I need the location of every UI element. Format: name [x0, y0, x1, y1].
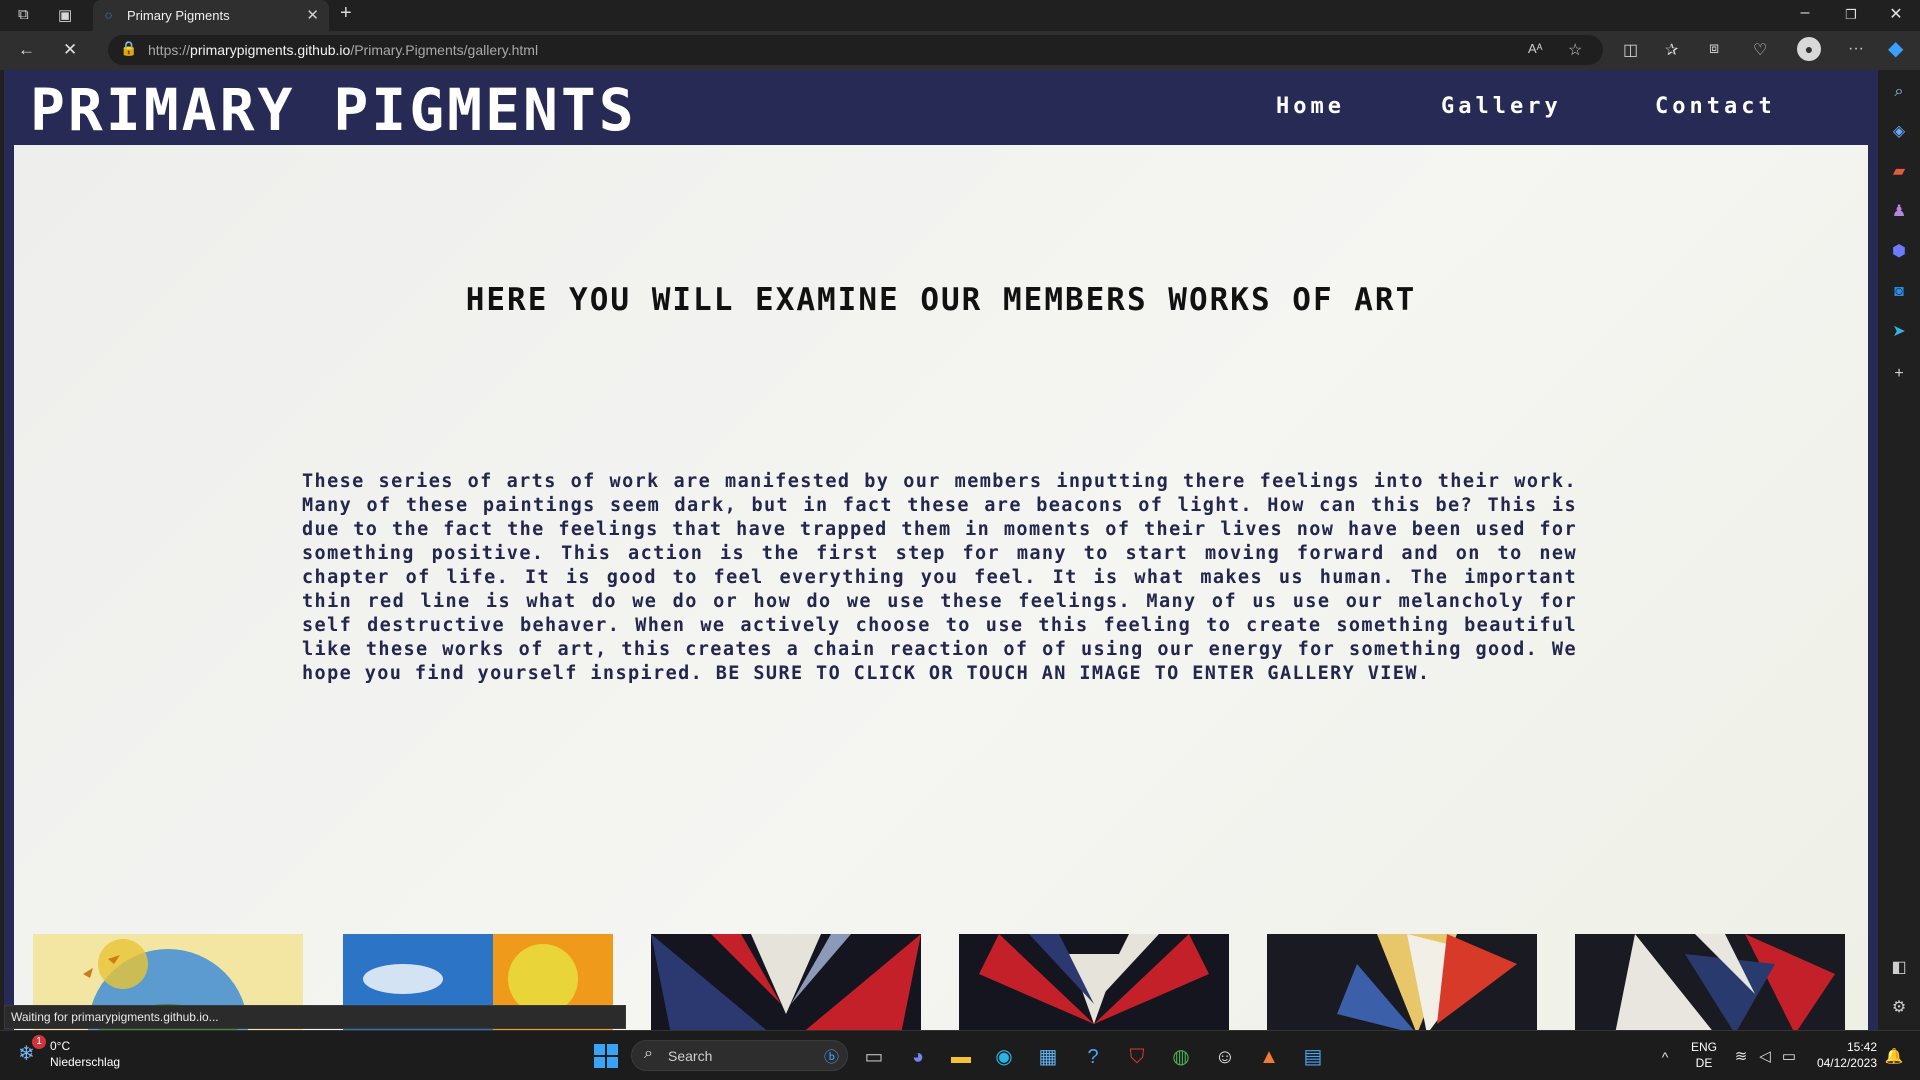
stop-loading-icon[interactable]: ✕: [63, 40, 77, 60]
profile-avatar[interactable]: ●: [1797, 37, 1821, 61]
clock-date: 04/12/2023: [1816, 1056, 1877, 1070]
teams-chat-icon[interactable]: ◕: [904, 1043, 932, 1071]
search-magnifier-icon: ⌕: [644, 1045, 653, 1062]
system-clock[interactable]: 15:42 04/12/2023: [1817, 1039, 1877, 1071]
bing-icon: ⓑ: [823, 1049, 839, 1066]
microsoft-store-icon[interactable]: ▦: [1034, 1043, 1062, 1071]
read-aloud-icon[interactable]: Aᴬ: [1528, 41, 1543, 56]
restore-icon[interactable]: ❐: [1831, 7, 1871, 23]
loading-favicon-icon: ◌: [105, 8, 113, 22]
notepad-icon[interactable]: ▤: [1299, 1043, 1327, 1071]
vlc-icon[interactable]: ▲: [1255, 1043, 1283, 1071]
url-field[interactable]: 🔒 https://primarypigments.github.io/Prim…: [108, 35, 1603, 65]
send-icon[interactable]: ➤: [1887, 320, 1911, 344]
gallery-thumb-5[interactable]: [1267, 934, 1537, 1030]
gallery-thumb-6[interactable]: [1575, 934, 1845, 1030]
loading-status: Waiting for primarypigments.github.io...: [4, 1005, 626, 1029]
weather-badge: 1: [32, 1035, 46, 1049]
temperature: 0°C: [50, 1039, 71, 1053]
gallery-thumb-4[interactable]: [959, 934, 1229, 1030]
file-explorer-icon[interactable]: ▬: [947, 1043, 975, 1071]
tools-icon[interactable]: ▰: [1887, 160, 1911, 184]
browser-essentials-icon[interactable]: ♡: [1753, 40, 1767, 60]
edge-browser-icon[interactable]: ◉: [990, 1043, 1018, 1071]
input-language[interactable]: ENG DE: [1691, 1039, 1717, 1071]
favorite-star-icon[interactable]: ☆: [1568, 40, 1582, 60]
battery-icon[interactable]: ▭: [1775, 1043, 1803, 1071]
collections-icon[interactable]: ⧈: [1709, 40, 1719, 58]
lock-icon[interactable]: 🔒: [120, 40, 137, 57]
close-window-icon[interactable]: ✕: [1876, 4, 1916, 24]
back-icon[interactable]: ←: [18, 40, 35, 60]
notifications-bell-icon[interactable]: 🔔: [1880, 1043, 1908, 1071]
taskbar-search[interactable]: ⌕ Search ⓑ: [631, 1040, 848, 1071]
search-icon[interactable]: ⌕: [1887, 80, 1911, 104]
edge-sidebar: ⌕ ◈ ▰ ♟ ⬢ ◙ ➤ + ◧ ⚙: [1878, 70, 1920, 1030]
web-page: PRIMARY PIGMENTS Home Gallery Contact HE…: [4, 70, 1878, 1030]
weather-description: Niederschlag: [50, 1055, 121, 1069]
hide-sidebar-icon[interactable]: ◧: [1887, 956, 1911, 980]
tab-actions-icon[interactable]: ▣: [58, 6, 72, 24]
gallery-content: HERE YOU WILL EXAMINE OUR MEMBERS WORKS …: [14, 145, 1868, 1030]
site-header: PRIMARY PIGMENTS Home Gallery Contact: [4, 70, 1878, 145]
games-icon[interactable]: ♟: [1887, 200, 1911, 224]
url-text: https://primarypigments.github.io/Primar…: [148, 42, 539, 58]
tab-title: Primary Pigments: [127, 8, 230, 23]
lang-secondary: DE: [1695, 1056, 1713, 1070]
mcafee-icon[interactable]: ⛉: [1123, 1043, 1151, 1071]
address-toolbar: ← ✕ 🔒 https://primarypigments.github.io/…: [0, 31, 1920, 70]
outlook-icon[interactable]: ◙: [1887, 280, 1911, 304]
workspaces-icon[interactable]: ⧉: [18, 6, 29, 23]
page-headline: HERE YOU WILL EXAMINE OUR MEMBERS WORKS …: [465, 282, 1417, 318]
tab-close-icon[interactable]: ✕: [306, 6, 319, 24]
minimize-icon[interactable]: –: [1785, 4, 1825, 22]
copilot-icon[interactable]: ◆: [1888, 36, 1903, 61]
settings-gear-icon[interactable]: ⚙: [1887, 996, 1911, 1020]
tab-primary-pigments[interactable]: ◌ Primary Pigments ✕: [93, 0, 329, 31]
lang-primary: ENG: [1691, 1040, 1718, 1054]
taskbar-search-placeholder: Search: [668, 1048, 713, 1064]
clock-time: 15:42: [1846, 1040, 1877, 1054]
windows-taskbar: ❄ 1 0°C Niederschlag ⌕ Search ⓑ ▭ ◕ ▬ ◉ …: [0, 1030, 1920, 1080]
task-view-icon[interactable]: ▭: [860, 1043, 888, 1071]
favorites-icon[interactable]: ✰: [1665, 40, 1678, 60]
nav-gallery[interactable]: Gallery: [1441, 94, 1562, 119]
split-screen-icon[interactable]: ◫: [1623, 40, 1638, 60]
more-menu-icon[interactable]: ···: [1848, 40, 1864, 58]
smiley-app-icon[interactable]: ☺: [1211, 1043, 1239, 1071]
browser-tab-bar: ⧉ ▣ ◌ Primary Pigments ✕ + – ❐ ✕: [0, 0, 1920, 31]
help-icon[interactable]: ?: [1079, 1043, 1107, 1071]
site-brand[interactable]: PRIMARY PIGMENTS: [30, 76, 637, 144]
new-tab-button[interactable]: +: [340, 2, 352, 25]
shopping-tag-icon[interactable]: ◈: [1887, 120, 1911, 144]
add-sidebar-app-icon[interactable]: +: [1887, 362, 1911, 386]
m365-icon[interactable]: ⬢: [1887, 240, 1911, 264]
chrome-icon[interactable]: ◍: [1167, 1043, 1195, 1071]
nav-contact[interactable]: Contact: [1655, 94, 1776, 119]
intro-paragraph: These series of arts of work are manifes…: [302, 471, 1577, 684]
windows-start-icon[interactable]: [592, 1043, 620, 1071]
gallery-thumb-3[interactable]: [651, 934, 921, 1030]
show-hidden-icons[interactable]: ^: [1651, 1043, 1679, 1071]
nav-home[interactable]: Home: [1276, 94, 1345, 119]
